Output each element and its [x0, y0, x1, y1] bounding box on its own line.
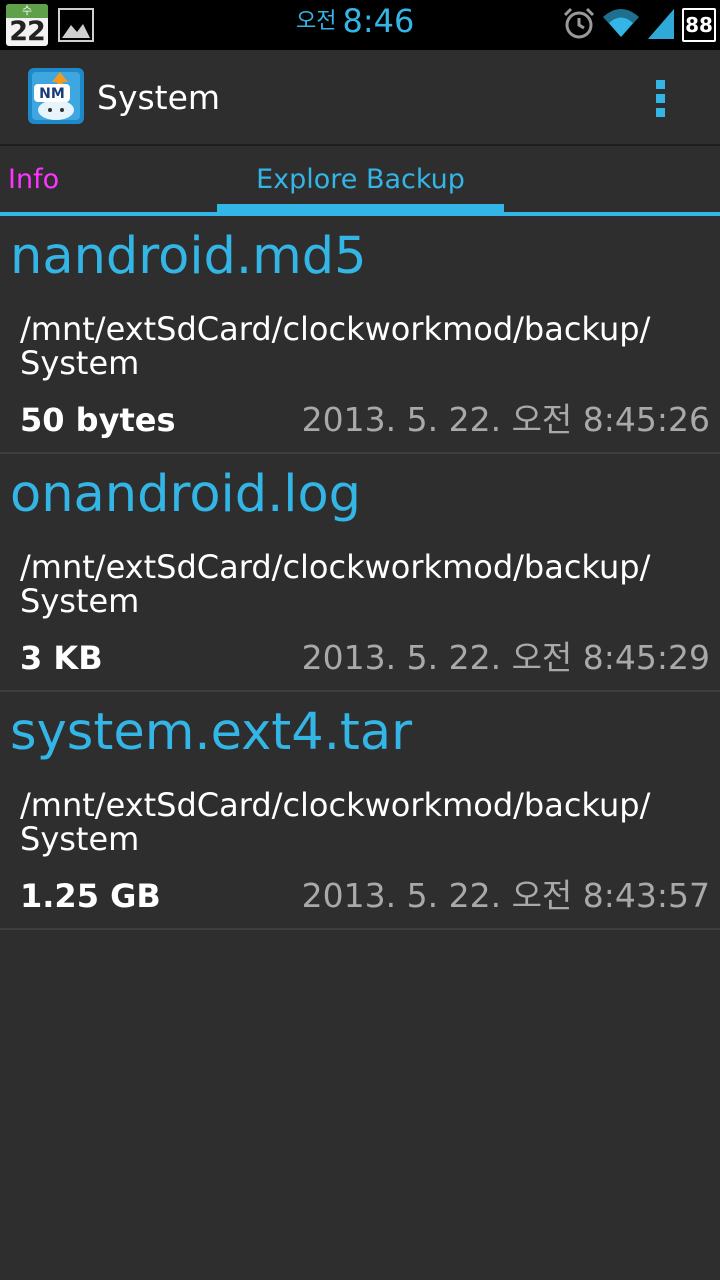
- file-path: /mnt/extSdCard/clockworkmod/backup/ Syst…: [20, 548, 651, 620]
- app-icon[interactable]: NM: [28, 68, 84, 124]
- gallery-notification-icon: [58, 8, 94, 46]
- file-date: 2013. 5. 22. 오전 8:43:57: [301, 876, 710, 915]
- tab-info[interactable]: Info: [8, 146, 59, 212]
- signal-icon: [646, 7, 676, 43]
- clock-ampm: 오전: [296, 9, 337, 34]
- file-name: system.ext4.tar: [10, 703, 413, 762]
- app-icon-label: NM: [39, 86, 65, 102]
- list-item[interactable]: onandroid.log /mnt/extSdCard/clockworkmo…: [0, 454, 720, 692]
- wifi-icon: [602, 7, 640, 43]
- status-bar: 수 22 오전 8:46 88: [0, 0, 720, 50]
- screen: 수 22 오전 8:46 88 NM System Info Explore B…: [0, 0, 720, 1280]
- clock-time: 8:46: [342, 2, 415, 40]
- battery-indicator: 88: [682, 8, 716, 42]
- tab-explore-backup[interactable]: Explore Backup: [217, 146, 504, 212]
- file-date: 2013. 5. 22. 오전 8:45:26: [301, 400, 710, 439]
- list-item[interactable]: nandroid.md5 /mnt/extSdCard/clockworkmod…: [0, 216, 720, 454]
- list-item[interactable]: system.ext4.tar /mnt/extSdCard/clockwork…: [0, 692, 720, 930]
- status-icons: 88: [562, 6, 716, 44]
- action-bar: NM System: [0, 50, 720, 146]
- file-list: nandroid.md5 /mnt/extSdCard/clockworkmod…: [0, 216, 720, 930]
- overflow-dot-icon: [656, 94, 665, 103]
- alarm-icon: [562, 6, 596, 44]
- file-name: nandroid.md5: [10, 227, 367, 286]
- overflow-dot-icon: [656, 80, 665, 89]
- file-path: /mnt/extSdCard/clockworkmod/backup/ Syst…: [20, 310, 651, 382]
- calendar-day: 22: [9, 16, 46, 46]
- tab-bar: Info Explore Backup: [0, 146, 720, 216]
- status-clock: 오전 8:46: [296, 2, 414, 48]
- file-path: /mnt/extSdCard/clockworkmod/backup/ Syst…: [20, 786, 651, 858]
- file-date: 2013. 5. 22. 오전 8:45:29: [301, 638, 710, 677]
- calendar-notification-icon: 수 22: [6, 4, 48, 46]
- file-size: 3 KB: [20, 639, 103, 677]
- overflow-menu-button[interactable]: [640, 78, 680, 118]
- file-size: 50 bytes: [20, 401, 176, 439]
- overflow-dot-icon: [656, 108, 665, 117]
- file-size: 1.25 GB: [20, 877, 161, 915]
- file-name: onandroid.log: [10, 465, 362, 524]
- page-title: System: [97, 78, 221, 117]
